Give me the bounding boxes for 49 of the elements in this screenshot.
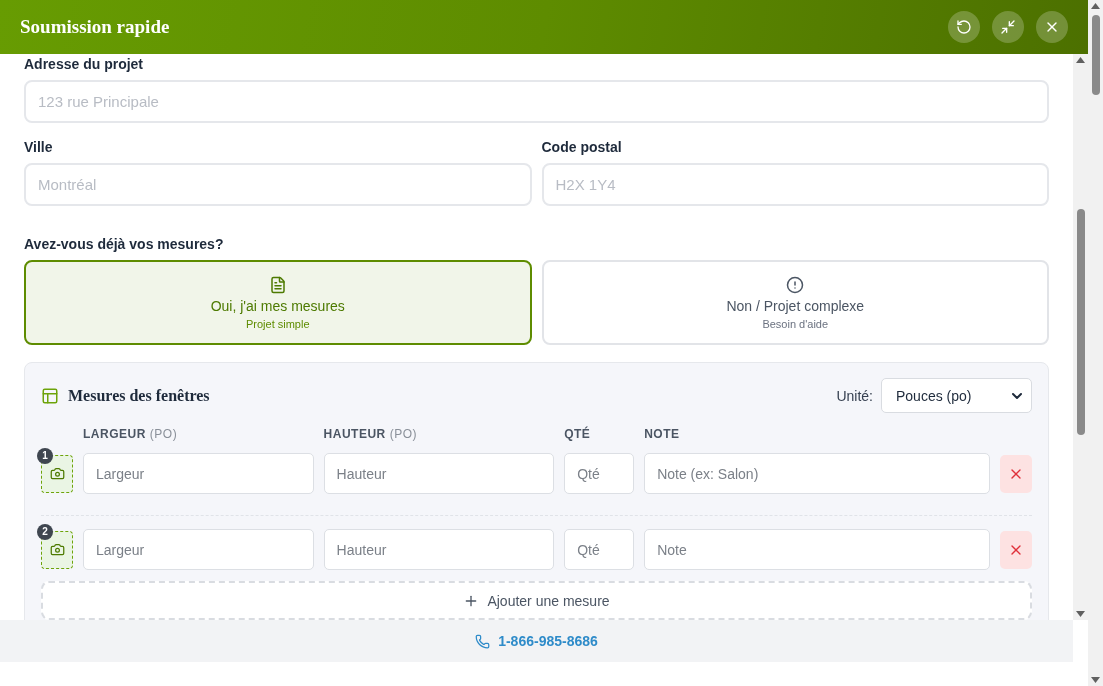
scroll-down-icon[interactable]	[1091, 677, 1100, 683]
scrollbar-thumb[interactable]	[1076, 209, 1085, 435]
row-number: 2	[37, 523, 53, 540]
unit-label: Unité:	[836, 387, 873, 404]
height-field[interactable]: Hauteur	[323, 453, 555, 494]
scroll-down-icon[interactable]	[1076, 611, 1085, 617]
column-header: HAUTEUR	[323, 427, 386, 443]
quantity-field[interactable]: Qté	[564, 529, 635, 570]
scroll-up-icon[interactable]	[1076, 57, 1085, 63]
row-number: 1	[37, 447, 53, 464]
choice-card[interactable]: Oui, j'ai mes mesures Projet simple	[24, 260, 532, 345]
document-icon	[268, 275, 287, 294]
column-unit: (PO)	[389, 427, 418, 443]
camera-icon	[49, 542, 65, 557]
note-field[interactable]: Note	[644, 529, 990, 570]
question-label: Avez-vous déjà vos mesures?	[24, 236, 225, 252]
camera-icon	[49, 466, 65, 481]
scrollbar[interactable]	[1073, 54, 1088, 620]
column-header: LARGEUR	[83, 427, 146, 443]
column-unit: (PO)	[149, 427, 178, 443]
minimize-icon	[1000, 19, 1016, 35]
note-field[interactable]: Note (ex: Salon)	[644, 453, 990, 494]
unit-select[interactable]: Pouces (po)	[881, 378, 1032, 413]
city-field[interactable]: Montréal	[24, 163, 532, 206]
width-field[interactable]: Largeur	[83, 529, 314, 570]
width-field[interactable]: Largeur	[83, 453, 314, 494]
postal-code-field[interactable]: H2X 1Y4	[541, 163, 1049, 206]
scroll-up-icon[interactable]	[1091, 3, 1100, 9]
phone-icon	[475, 633, 491, 649]
add-measure-button[interactable]: Ajouter une mesure	[41, 581, 1032, 620]
layout-icon	[41, 386, 59, 405]
field-label: Code postal	[541, 139, 623, 155]
panel-title: Mesures des fenêtres	[68, 386, 210, 405]
column-header: QTÉ	[564, 427, 591, 443]
height-field[interactable]: Hauteur	[323, 529, 555, 570]
address-field[interactable]: 123 rue Principale	[24, 80, 1049, 123]
window-title: Soumission rapide	[20, 16, 170, 38]
reset-button[interactable]	[948, 11, 980, 43]
alert-icon	[786, 275, 805, 294]
field-label: Adresse du projet	[24, 56, 145, 72]
minimize-button[interactable]	[992, 11, 1024, 43]
scrollbar-thumb[interactable]	[1091, 15, 1100, 95]
column-header: NOTE	[644, 427, 680, 443]
quantity-field[interactable]: Qté	[564, 453, 635, 494]
close-button[interactable]	[1036, 11, 1068, 43]
field-label: Ville	[24, 139, 54, 155]
scrollbar[interactable]	[1088, 0, 1103, 686]
choice-card[interactable]: Non / Projet complexe Besoin d'aide	[541, 260, 1049, 345]
reset-icon	[956, 19, 972, 35]
